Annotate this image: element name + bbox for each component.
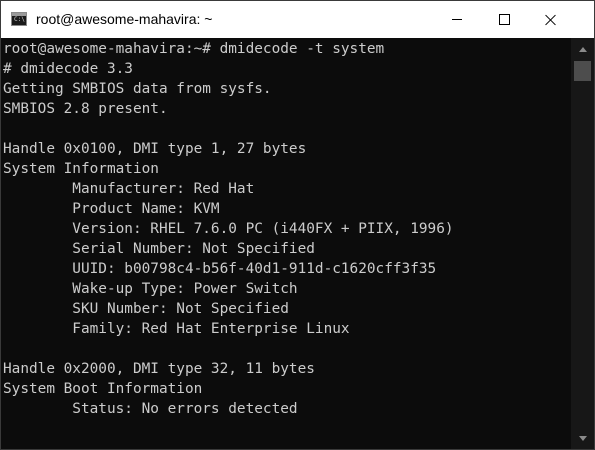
terminal-line: System Boot Information xyxy=(3,381,203,397)
terminal-line: # dmidecode 3.3 xyxy=(3,61,133,77)
minimize-button[interactable] xyxy=(434,1,480,38)
window-title: root@awesome-mahavira: ~ xyxy=(36,11,213,27)
scroll-up-button[interactable] xyxy=(571,40,594,58)
terminal-line: Serial Number: Not Specified xyxy=(3,241,315,257)
terminal-line: SMBIOS 2.8 present. xyxy=(3,101,168,117)
terminal-line: Getting SMBIOS data from sysfs. xyxy=(3,81,272,97)
terminal-line: Family: Red Hat Enterprise Linux xyxy=(3,321,350,337)
vertical-scrollbar[interactable] xyxy=(571,38,594,449)
close-icon xyxy=(545,14,557,26)
terminal-icon[interactable]: C:\ xyxy=(11,12,27,26)
terminal-line: Status: No errors detected xyxy=(3,401,298,417)
maximize-icon xyxy=(498,14,510,25)
terminal-window: C:\ root@awesome-mahavira: ~ root@awesom… xyxy=(0,0,595,450)
scroll-thumb[interactable] xyxy=(574,61,591,81)
maximize-button[interactable] xyxy=(481,1,527,38)
terminal-line: Product Name: KVM xyxy=(3,201,220,217)
terminal-line: Handle 0x0100, DMI type 1, 27 bytes xyxy=(3,141,307,157)
scroll-down-button[interactable] xyxy=(571,429,594,447)
terminal-line: SKU Number: Not Specified xyxy=(3,301,289,317)
terminal-line: Handle 0x2000, DMI type 32, 11 bytes xyxy=(3,361,315,377)
terminal-line: Manufacturer: Red Hat xyxy=(3,181,255,197)
terminal-line: Version: RHEL 7.6.0 PC (i440FX + PIIX, 1… xyxy=(3,221,454,237)
terminal-output[interactable]: root@awesome-mahavira:~# dmidecode -t sy… xyxy=(1,38,571,449)
terminal-line: System Information xyxy=(3,161,159,177)
minimize-icon xyxy=(452,19,462,20)
close-button[interactable] xyxy=(528,1,574,38)
terminal-line: root@awesome-mahavira:~# dmidecode -t sy… xyxy=(3,41,385,57)
terminal-line: Wake-up Type: Power Switch xyxy=(3,281,298,297)
scroll-down-arrow-icon xyxy=(578,435,587,441)
title-bar[interactable]: C:\ root@awesome-mahavira: ~ xyxy=(1,1,594,38)
terminal-line: UUID: b00798c4-b56f-40d1-911d-c1620cff3f… xyxy=(3,261,437,277)
scroll-up-arrow-icon xyxy=(578,46,587,52)
